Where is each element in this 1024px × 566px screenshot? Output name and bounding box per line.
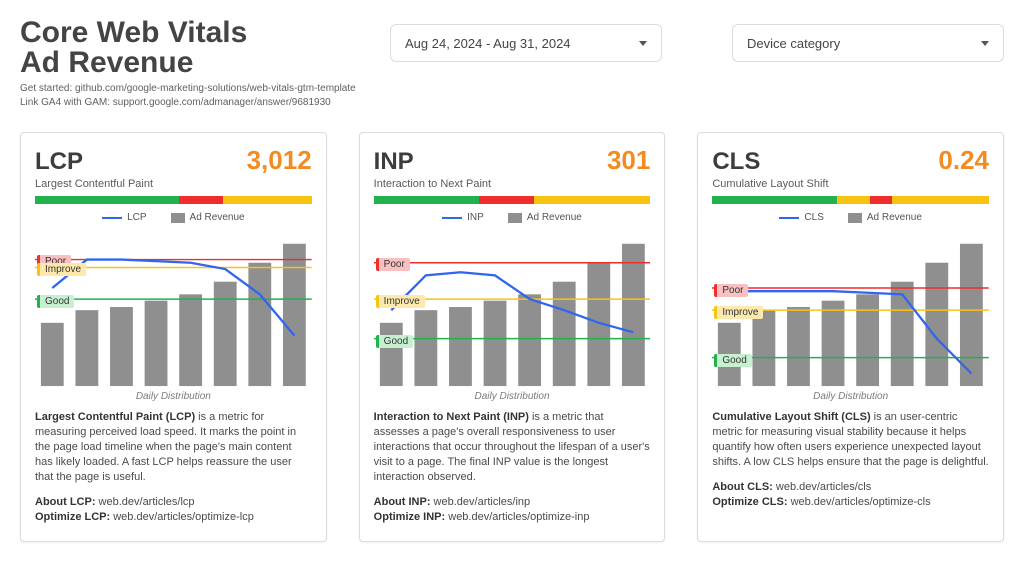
legend-line: LCP [102, 212, 146, 223]
threshold-labels: Poor Improve Good [35, 227, 312, 387]
metric-value: 0.24 [938, 145, 989, 176]
legend-line: INP [442, 212, 484, 223]
metric-links: About CLS: web.dev/articles/cls Optimize… [712, 480, 989, 510]
card-header: INP 301 [374, 145, 651, 176]
page-title: Core Web Vitals Ad Revenue [20, 18, 360, 78]
date-range-value: Aug 24, 2024 - Aug 31, 2024 [405, 36, 571, 51]
chart-legend: LCP Ad Revenue [35, 212, 312, 223]
band-improve: Improve [376, 295, 425, 308]
caret-down-icon [639, 41, 647, 46]
chart-cls: Poor Improve Good [712, 227, 989, 387]
metric-value: 301 [607, 145, 650, 176]
chart-wrap: INP Ad Revenue Poor Improve Good Daily D… [374, 212, 651, 402]
title-line1: Core Web Vitals [20, 16, 247, 49]
band-poor: Poor [376, 258, 410, 271]
chart-wrap: CLS Ad Revenue Poor Improve Good Daily D… [712, 212, 989, 402]
chart-lcp: Poor Improve Good [35, 227, 312, 387]
metric-full-name: Largest Contentful Paint [35, 178, 312, 190]
card-header: LCP 3,012 [35, 145, 312, 176]
caret-down-icon [981, 41, 989, 46]
band-good: Good [376, 335, 413, 348]
threshold-labels: Poor Improve Good [712, 227, 989, 387]
title-block: Core Web Vitals Ad Revenue Get started: … [20, 18, 360, 110]
bar-swatch-icon [508, 213, 522, 223]
bar-swatch-icon [848, 213, 862, 223]
legend-bar: Ad Revenue [171, 212, 245, 223]
chart-caption: Daily Distribution [374, 391, 651, 402]
status-bar [374, 196, 651, 204]
metric-abbr: LCP [35, 148, 83, 176]
cards-row: LCP 3,012 Largest Contentful Paint LCP A… [20, 132, 1004, 542]
metric-value: 3,012 [247, 145, 312, 176]
metric-description: Largest Contentful Paint (LCP) is a metr… [35, 410, 312, 485]
metric-abbr: INP [374, 148, 414, 176]
header: Core Web Vitals Ad Revenue Get started: … [20, 18, 1004, 118]
status-bar [712, 196, 989, 204]
chart-caption: Daily Distribution [712, 391, 989, 402]
metric-links: About LCP: web.dev/articles/lcp Optimize… [35, 495, 312, 525]
card-header: CLS 0.24 [712, 145, 989, 176]
selectors: Aug 24, 2024 - Aug 31, 2024 Device categ… [390, 24, 1004, 62]
title-line2: Ad Revenue [20, 46, 193, 79]
band-poor: Poor [714, 284, 748, 297]
line-swatch-icon [779, 217, 799, 219]
band-improve: Improve [714, 306, 763, 319]
device-category-value: Device category [747, 36, 840, 51]
card-cls: CLS 0.24 Cumulative Layout Shift CLS Ad … [697, 132, 1004, 542]
header-sublinks: Get started: github.com/google-marketing… [20, 82, 360, 110]
status-bar-yellow [837, 196, 870, 204]
line-swatch-icon [442, 217, 462, 219]
metric-abbr: CLS [712, 148, 760, 176]
status-bar-yellow [534, 196, 650, 204]
sublink-get-started: Get started: github.com/google-marketing… [20, 82, 360, 96]
chart-caption: Daily Distribution [35, 391, 312, 402]
legend-bar: Ad Revenue [848, 212, 922, 223]
chart-legend: INP Ad Revenue [374, 212, 651, 223]
metric-full-name: Cumulative Layout Shift [712, 178, 989, 190]
card-inp: INP 301 Interaction to Next Paint INP Ad… [359, 132, 666, 542]
status-bar-green [712, 196, 837, 204]
metric-full-name: Interaction to Next Paint [374, 178, 651, 190]
sublink-link-ga4: Link GA4 with GAM: support.google.com/ad… [20, 96, 360, 110]
status-bar-yellow [223, 196, 312, 204]
status-bar [35, 196, 312, 204]
status-bar-red [870, 196, 892, 204]
band-good: Good [37, 295, 74, 308]
metric-description: Interaction to Next Paint (INP) is a met… [374, 410, 651, 485]
device-category-select[interactable]: Device category [732, 24, 1004, 62]
band-improve: Improve [37, 263, 86, 276]
threshold-labels: Poor Improve Good [374, 227, 651, 387]
line-swatch-icon [102, 217, 122, 219]
legend-bar: Ad Revenue [508, 212, 582, 223]
chart-inp: Poor Improve Good [374, 227, 651, 387]
metric-links: About INP: web.dev/articles/inp Optimize… [374, 495, 651, 525]
status-bar-red [179, 196, 223, 204]
status-bar-yellow-2 [892, 196, 989, 204]
chart-legend: CLS Ad Revenue [712, 212, 989, 223]
status-bar-red [479, 196, 534, 204]
status-bar-green [35, 196, 179, 204]
card-lcp: LCP 3,012 Largest Contentful Paint LCP A… [20, 132, 327, 542]
bar-swatch-icon [171, 213, 185, 223]
metric-description: Cumulative Layout Shift (CLS) is an user… [712, 410, 989, 470]
status-bar-green [374, 196, 479, 204]
chart-wrap: LCP Ad Revenue Poor Improve Good Daily D… [35, 212, 312, 402]
date-range-select[interactable]: Aug 24, 2024 - Aug 31, 2024 [390, 24, 662, 62]
legend-line: CLS [779, 212, 823, 223]
band-good: Good [714, 354, 751, 367]
